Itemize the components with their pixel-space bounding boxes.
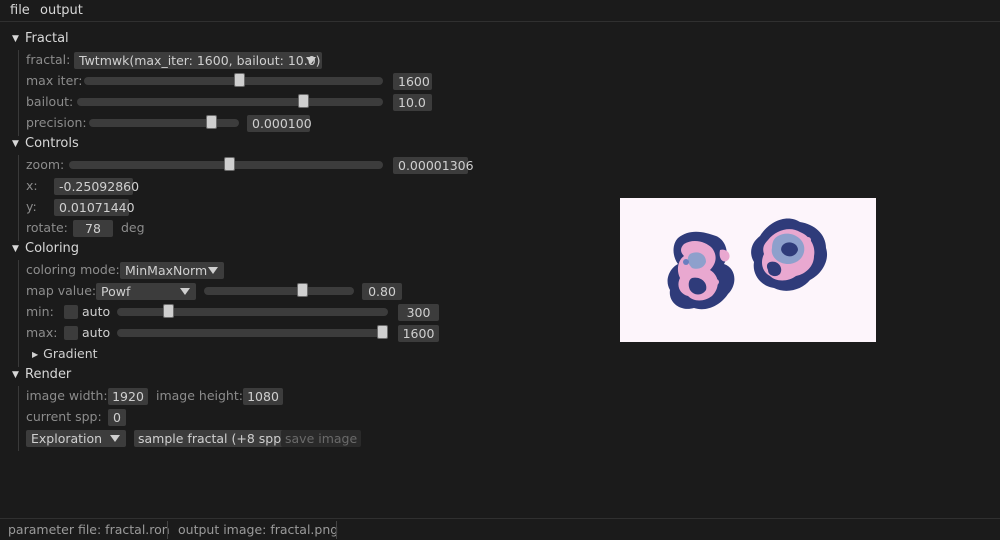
max-label: max: xyxy=(26,325,58,340)
fractal-select[interactable]: Twtmwk(max_iter: 1600, bailout: 10.0) xyxy=(74,52,322,69)
max-auto-checkbox[interactable] xyxy=(64,326,78,340)
precision-label: precision: xyxy=(26,115,87,130)
y-label: y: xyxy=(26,199,37,214)
bailout-value[interactable]: 10.0 xyxy=(393,94,432,111)
sample-fractal-button[interactable]: sample fractal (+8 spp) xyxy=(134,430,291,447)
min-auto-checkbox[interactable] xyxy=(64,305,78,319)
bailout-slider[interactable] xyxy=(77,94,383,108)
section-title: Fractal xyxy=(25,31,69,46)
render-mode-value: Exploration xyxy=(31,431,103,446)
section-controls-header[interactable]: ▼ Controls xyxy=(12,136,79,151)
coloring-mode-label: coloring mode: xyxy=(26,262,120,277)
zoom-slider[interactable] xyxy=(69,157,383,171)
max-slider[interactable] xyxy=(117,325,388,339)
tree-guide xyxy=(18,260,19,367)
dropdown-arrow-icon xyxy=(306,57,316,64)
menu-bar: file output xyxy=(0,0,1000,22)
fractal-preview-image[interactable] xyxy=(620,198,876,342)
precision-value[interactable]: 0.000100 xyxy=(247,115,312,132)
collapse-triangle-icon: ▼ xyxy=(12,34,19,44)
section-title: Render xyxy=(25,367,72,382)
collapse-triangle-icon: ▼ xyxy=(12,370,19,380)
status-separator xyxy=(167,521,168,539)
max-auto-label: auto xyxy=(82,325,111,340)
rotate-unit: deg xyxy=(121,220,145,235)
max-iter-slider[interactable] xyxy=(84,73,383,87)
gradient-label: Gradient xyxy=(43,346,98,361)
coloring-mode-select[interactable]: MinMaxNorm xyxy=(120,262,224,279)
max-iter-slider-handle[interactable] xyxy=(234,73,246,87)
image-width-field[interactable]: 1920 xyxy=(108,388,148,405)
min-slider-handle[interactable] xyxy=(163,304,175,318)
section-title: Controls xyxy=(25,136,79,151)
menu-output[interactable]: output xyxy=(40,3,83,18)
expand-triangle-icon: ▶ xyxy=(32,350,39,359)
min-slider[interactable] xyxy=(117,304,388,318)
coloring-mode-value: MinMaxNorm xyxy=(125,263,208,278)
dropdown-arrow-icon xyxy=(208,267,218,274)
render-mode-select[interactable]: Exploration xyxy=(26,430,126,447)
max-iter-value[interactable]: 1600 xyxy=(393,73,432,90)
map-value-label: map value: xyxy=(26,283,97,298)
fractal-select-value: Twtmwk(max_iter: 1600, bailout: 10.0) xyxy=(79,53,321,68)
menu-file[interactable]: file xyxy=(10,3,30,18)
min-value[interactable]: 300 xyxy=(398,304,439,321)
min-auto-label: auto xyxy=(82,304,111,319)
max-value[interactable]: 1600 xyxy=(398,325,439,342)
x-field[interactable]: -0.25092860 xyxy=(54,178,139,195)
map-value-amount[interactable]: 0.80 xyxy=(362,283,402,300)
output-image-status: output image: fractal.png xyxy=(178,522,339,537)
bailout-slider-handle[interactable] xyxy=(298,94,310,108)
zoom-value[interactable]: 0.00001306 xyxy=(393,157,474,174)
rotate-label: rotate: xyxy=(26,220,68,235)
tree-guide xyxy=(18,155,19,241)
rotate-field[interactable]: 78 xyxy=(73,220,113,237)
dropdown-arrow-icon xyxy=(110,435,120,442)
precision-slider[interactable] xyxy=(89,115,239,129)
y-field[interactable]: 0.01071440 xyxy=(54,199,135,216)
map-value-slider[interactable] xyxy=(204,283,354,297)
gradient-collapsible[interactable]: ▶ Gradient xyxy=(32,346,98,361)
precision-slider-handle[interactable] xyxy=(205,115,217,129)
image-height-label: image height: xyxy=(156,388,243,403)
section-render-header[interactable]: ▼ Render xyxy=(12,367,71,382)
bailout-label: bailout: xyxy=(26,94,74,109)
section-fractal-header[interactable]: ▼ Fractal xyxy=(12,31,69,46)
image-width-label: image width: xyxy=(26,388,108,403)
x-label: x: xyxy=(26,178,38,193)
max-iter-label: max iter: xyxy=(26,73,83,88)
zoom-label: zoom: xyxy=(26,157,65,172)
fractal-left-lobe xyxy=(667,231,735,310)
tree-guide xyxy=(18,50,19,136)
section-title: Coloring xyxy=(25,241,80,256)
status-bar: parameter file: fractal.ron output image… xyxy=(0,518,1000,540)
zoom-slider-handle[interactable] xyxy=(224,157,236,171)
fractal-render xyxy=(667,218,828,310)
map-value-select-value: Powf xyxy=(101,284,131,299)
collapse-triangle-icon: ▼ xyxy=(12,244,19,254)
tree-guide xyxy=(18,386,19,451)
current-spp-label: current spp: xyxy=(26,409,102,424)
save-image-button[interactable]: save image xyxy=(281,430,362,447)
settings-panel: ▼ Fractal fractal: Twtmwk(max_iter: 1600,… xyxy=(0,22,600,518)
image-height-field[interactable]: 1080 xyxy=(243,388,283,405)
section-coloring-header[interactable]: ▼ Coloring xyxy=(12,241,79,256)
map-value-slider-handle[interactable] xyxy=(296,283,308,297)
fractal-label: fractal: xyxy=(26,52,71,67)
map-value-select[interactable]: Powf xyxy=(96,283,196,300)
dropdown-arrow-icon xyxy=(180,288,190,295)
min-label: min: xyxy=(26,304,54,319)
collapse-triangle-icon: ▼ xyxy=(12,139,19,149)
parameter-file-status: parameter file: fractal.ron xyxy=(8,522,170,537)
max-slider-handle[interactable] xyxy=(377,325,388,339)
current-spp-value: 0 xyxy=(108,409,126,426)
status-separator xyxy=(336,521,337,539)
fractal-right-lobe xyxy=(751,218,828,291)
